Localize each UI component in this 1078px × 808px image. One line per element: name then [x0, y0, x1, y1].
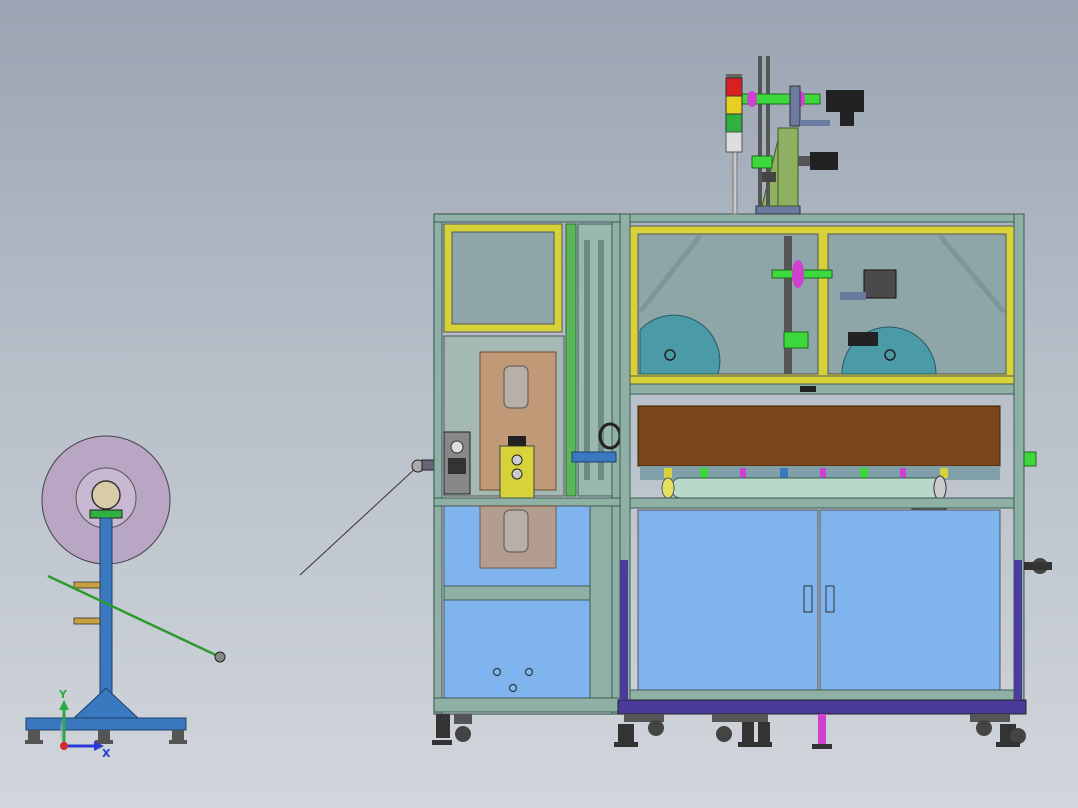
reel-hub-base: [89, 509, 123, 519]
reel-stand[interactable]: [25, 435, 226, 744]
signal-tower: [725, 74, 743, 215]
cad-viewport[interactable]: Y X: [0, 0, 1078, 808]
top-unwind-assembly[interactable]: [739, 56, 864, 215]
stand-base: [25, 717, 187, 731]
guide-roller: [214, 651, 226, 663]
y-axis-label: Y: [58, 688, 68, 701]
stand-arm-lower: [73, 617, 101, 625]
x-axis-label: X: [102, 747, 111, 760]
signal-light-green: [725, 113, 743, 133]
motor-bottom: [810, 152, 838, 170]
heater-band: [637, 405, 1001, 467]
stand-gusset: [72, 687, 140, 719]
reel-hub: [91, 480, 121, 510]
left-casters: [432, 714, 472, 745]
z-axis-dot: [60, 742, 68, 750]
cad-drawing: Y X: [25, 56, 1052, 760]
cabinet-door-right: [819, 509, 1001, 691]
signal-light-red: [725, 77, 743, 97]
stand-feet: [25, 730, 187, 744]
main-roller: [671, 477, 943, 499]
guide-rod: [47, 574, 221, 659]
material-strip: [299, 465, 419, 576]
right-casters: [614, 714, 1026, 749]
left-module[interactable]: [432, 213, 622, 745]
signal-light-yellow: [725, 95, 743, 115]
entry-roller[interactable]: [411, 459, 437, 473]
motor-top: [826, 90, 864, 112]
stand-arm-upper: [73, 581, 101, 589]
right-module[interactable]: [614, 213, 1052, 749]
cabinet-door-left: [637, 509, 819, 691]
